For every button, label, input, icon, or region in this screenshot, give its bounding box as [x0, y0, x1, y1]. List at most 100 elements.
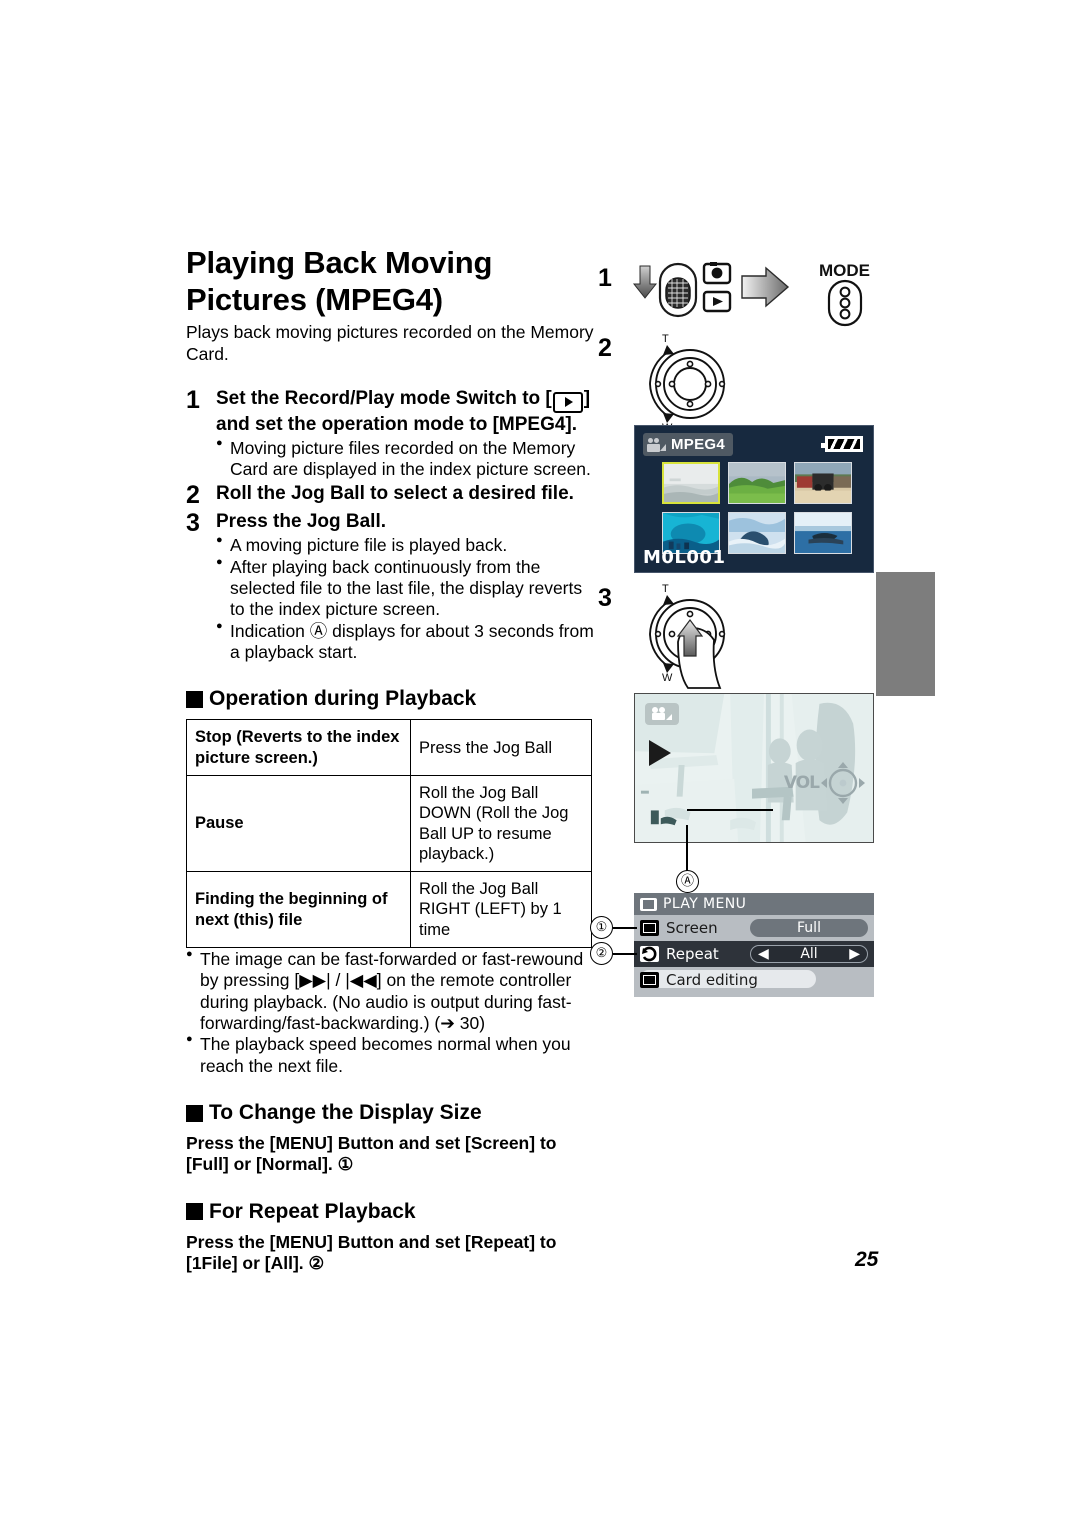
volume-indicator: VOL: [784, 760, 867, 806]
callout-leader-vertical: [686, 825, 688, 871]
prev-arrow-icon[interactable]: ◀: [758, 946, 769, 962]
section-bullet-square-icon: [186, 1203, 203, 1221]
callout-2-leader: [613, 952, 637, 955]
section-thumb-tab: [876, 572, 935, 696]
menu-item-repeat[interactable]: Repeat ◀ All ▶ ②: [590, 941, 874, 967]
operation-note-1: The image can be fast-forwarded or fast-…: [186, 948, 596, 1034]
menu-item-repeat-value-label: All: [800, 946, 818, 962]
zoom-w-label-2: W: [662, 672, 673, 684]
display-size-body: Press the [MENU] Button and set [Screen]…: [186, 1133, 557, 1175]
jog-dial-icon: [655, 349, 725, 419]
step-2-text: Roll the Jog Ball to select a desired fi…: [216, 483, 574, 505]
section-heading-repeat-label: For Repeat Playback: [209, 1199, 416, 1223]
arc-arrow-up-icon: [663, 345, 674, 355]
repeat-body: Press the [MENU] Button and set [Repeat]…: [186, 1231, 557, 1274]
jog-ball-roll-illustration: T W: [634, 332, 744, 434]
callout-1-leader: [613, 926, 637, 929]
volume-dial-icon: [821, 762, 865, 804]
play-triangle-icon: [649, 740, 671, 766]
step-1-bullets: Moving picture files recorded on the Mem…: [216, 437, 596, 481]
step-3-number: 3: [186, 509, 200, 538]
step-3-bullet-1: A moving picture file is played back.: [216, 534, 596, 556]
table-cell-key: Pause: [186, 774, 411, 873]
battery-icon: [821, 436, 863, 452]
play-menu-title-label: PLAY MENU: [663, 896, 747, 912]
lcd-playback-screen: VOL: [634, 693, 874, 843]
intro-paragraph: Plays back moving pictures recorded on t…: [186, 322, 594, 364]
step-3-bullet-3: Indication Ⓐ displays for about 3 second…: [216, 620, 596, 664]
file-name-label: M0L001: [643, 547, 726, 568]
step-3-bullet-2: After playing back continuously from the…: [216, 556, 596, 621]
thumbnail-6[interactable]: [794, 512, 852, 554]
lcd-index-screen: MPEG4 M0L001: [634, 425, 874, 573]
record-play-switch-icon: [658, 262, 698, 318]
operation-notes: The image can be fast-forwarded or fast-…: [186, 948, 596, 1077]
table-cell-key: Finding the beginning of next (this) fil…: [186, 871, 411, 948]
zoom-t-label-2: T: [662, 583, 669, 595]
table-cell-value: Roll the Jog Ball DOWN (Roll the Jog Bal…: [410, 774, 592, 873]
operation-note-2: The playback speed becomes normal when y…: [186, 1033, 596, 1077]
table-row: Pause Roll the Jog Ball DOWN (Roll the J…: [186, 774, 592, 873]
callout-label-a: Ⓐ: [676, 870, 699, 893]
thumbnail-grid: [662, 462, 852, 554]
right-arrow-icon: [741, 266, 790, 308]
table-cell-key: Stop (Reverts to the index picture scree…: [186, 719, 411, 776]
page-number: 25: [855, 1248, 879, 1271]
mode-badge-label: MPEG4: [671, 436, 726, 453]
repeat-icon: [640, 946, 659, 962]
section-heading-repeat: For Repeat Playback: [186, 1200, 596, 1224]
step-3-text: Press the Jog Ball. A moving picture fil…: [216, 510, 596, 663]
menu-item-repeat-value[interactable]: ◀ All ▶: [750, 945, 868, 963]
mode-badge: MPEG4: [643, 433, 734, 456]
thumbnail-2[interactable]: [728, 462, 786, 504]
section-heading-operation-label: Operation during Playback: [209, 687, 477, 711]
callout-2-label: ②: [590, 942, 613, 965]
play-menu-title-bar: PLAY MENU: [634, 893, 874, 915]
operation-table: Stop (Reverts to the index picture scree…: [186, 719, 592, 948]
camera-mode-icon: [702, 262, 732, 285]
next-arrow-icon[interactable]: ▶: [849, 946, 860, 962]
thumbnail-5[interactable]: [728, 512, 786, 554]
menu-item-card-editing-label: Card editing: [666, 971, 758, 989]
left-text-column: Playing Back Moving Pictures (MPEG4) Pla…: [186, 244, 596, 1274]
record-play-switch-illustration: MODE: [632, 261, 904, 328]
camcorder-icon: [647, 437, 666, 452]
table-cell-value: Press the Jog Ball: [410, 719, 592, 776]
mode-button-icon: [827, 279, 863, 327]
card-icon: [640, 972, 659, 988]
thumbnail-3[interactable]: [794, 462, 852, 504]
section-bullet-square-icon: [186, 1104, 203, 1122]
page-title: Playing Back Moving Pictures (MPEG4): [186, 244, 596, 318]
menu-item-card-editing[interactable]: Card editing: [634, 967, 874, 993]
callout-1-label: ①: [590, 916, 613, 939]
illustration-step-3-number: 3: [598, 584, 612, 612]
table-cell-value: Roll the Jog Ball RIGHT (LEFT) by 1 time: [410, 871, 592, 948]
callout-leader-horizontal: [687, 809, 773, 812]
down-arrow-icon: [632, 265, 658, 299]
step-2-number: 2: [186, 481, 200, 510]
callout-1: ①: [590, 916, 637, 939]
step-1: 1 Set the Record/Play mode Switch to [] …: [186, 387, 596, 480]
menu-item-screen[interactable]: Screen Full ①: [590, 915, 874, 941]
callout-2: ②: [590, 942, 637, 965]
play-mode-icon: [702, 290, 732, 313]
screen-icon: [640, 920, 659, 936]
menu-camcorder-icon: [640, 897, 657, 911]
jog-ball-press-illustration: T W: [634, 582, 744, 689]
volume-label: VOL: [783, 773, 820, 793]
table-row: Stop (Reverts to the index picture scree…: [186, 719, 592, 776]
step-3: 3 Press the Jog Ball. A moving picture f…: [186, 510, 596, 663]
section-heading-display-size: To Change the Display Size: [186, 1101, 596, 1125]
page-title-line1: Playing Back Moving: [186, 245, 493, 280]
menu-item-screen-label: Screen: [666, 919, 718, 937]
menu-item-screen-value[interactable]: Full: [750, 919, 868, 937]
section-bullet-square-icon: [186, 690, 203, 708]
step-1-number: 1: [186, 386, 200, 415]
mode-label: MODE: [819, 261, 870, 280]
illustration-step-2-number: 2: [598, 334, 612, 362]
manual-page: Playing Back Moving Pictures (MPEG4) Pla…: [0, 0, 1080, 1526]
table-row: Finding the beginning of next (this) fil…: [186, 871, 592, 948]
thumbnail-1-selected[interactable]: [662, 462, 720, 504]
step-3-bullets: A moving picture file is played back. Af…: [216, 534, 596, 664]
step-2: 2 Roll the Jog Ball to select a desired …: [186, 481, 596, 510]
